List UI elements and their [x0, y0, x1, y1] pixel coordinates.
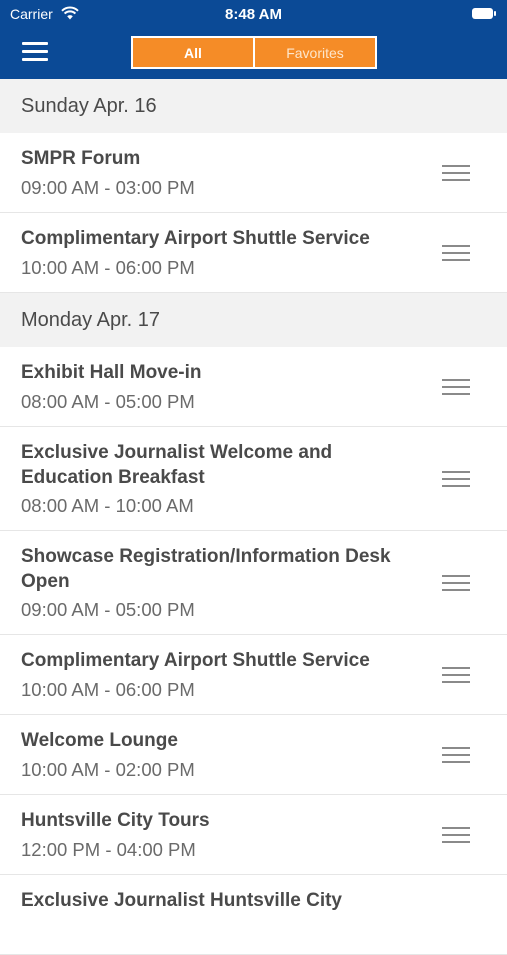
event-title: Exhibit Hall Move-in: [21, 362, 202, 383]
filter-segmented-control: All Favorites: [131, 36, 377, 69]
event-title: Showcase Registration/Information Desk O…: [21, 546, 391, 592]
event-list: Sunday Apr. 16 SMPR Forum 09:00 AM - 03:…: [0, 79, 507, 955]
tab-favorites[interactable]: Favorites: [255, 38, 375, 67]
reorder-handle-icon[interactable]: [442, 666, 470, 683]
event-title: Huntsville City Tours: [21, 810, 210, 831]
event-row[interactable]: Exclusive Journalist Huntsville City: [0, 875, 507, 955]
event-title: Welcome Lounge: [21, 730, 178, 751]
hamburger-menu-icon[interactable]: [22, 42, 48, 62]
event-time: 08:00 AM - 05:00 PM: [21, 390, 195, 412]
event-time: 10:00 AM - 02:00 PM: [21, 758, 195, 780]
app-header: Carrier 8:48 AM All Favorites: [0, 0, 507, 79]
event-row[interactable]: SMPR Forum 09:00 AM - 03:00 PM: [0, 133, 507, 213]
event-row[interactable]: Complimentary Airport Shuttle Service 10…: [0, 213, 507, 293]
reorder-handle-icon[interactable]: [442, 378, 470, 395]
status-bar: Carrier 8:48 AM: [0, 0, 507, 28]
event-time: 09:00 AM - 03:00 PM: [21, 176, 195, 198]
section-header-sunday: Sunday Apr. 16: [0, 79, 507, 133]
event-title: SMPR Forum: [21, 148, 141, 169]
event-time: 10:00 AM - 06:00 PM: [21, 256, 195, 278]
event-row[interactable]: Welcome Lounge 10:00 AM - 02:00 PM: [0, 715, 507, 795]
clock: 8:48 AM: [225, 6, 282, 23]
event-time: 12:00 PM - 04:00 PM: [21, 838, 196, 860]
reorder-handle-icon[interactable]: [442, 746, 470, 763]
event-title: Complimentary Airport Shuttle Service: [21, 228, 370, 249]
battery-icon: [472, 8, 497, 19]
event-title: Exclusive Journalist Welcome and Educati…: [21, 442, 333, 488]
event-row[interactable]: Exhibit Hall Move-in 08:00 AM - 05:00 PM: [0, 347, 507, 427]
reorder-handle-icon[interactable]: [442, 164, 470, 181]
reorder-handle-icon[interactable]: [442, 574, 470, 591]
event-row[interactable]: Showcase Registration/Information Desk O…: [0, 531, 507, 635]
reorder-handle-icon[interactable]: [442, 826, 470, 843]
reorder-handle-icon[interactable]: [442, 470, 470, 487]
section-header-monday: Monday Apr. 17: [0, 293, 507, 347]
event-row[interactable]: Exclusive Journalist Welcome and Educati…: [0, 427, 507, 531]
event-row[interactable]: Complimentary Airport Shuttle Service 10…: [0, 635, 507, 715]
event-title: Complimentary Airport Shuttle Service: [21, 650, 370, 671]
event-time: 10:00 AM - 06:00 PM: [21, 678, 195, 700]
tab-all[interactable]: All: [133, 38, 255, 67]
event-time: 08:00 AM - 10:00 AM: [21, 495, 194, 516]
reorder-handle-icon[interactable]: [442, 244, 470, 261]
event-row[interactable]: Huntsville City Tours 12:00 PM - 04:00 P…: [0, 795, 507, 875]
event-title: Exclusive Journalist Huntsville City: [21, 890, 342, 911]
event-time: 09:00 AM - 05:00 PM: [21, 599, 195, 620]
